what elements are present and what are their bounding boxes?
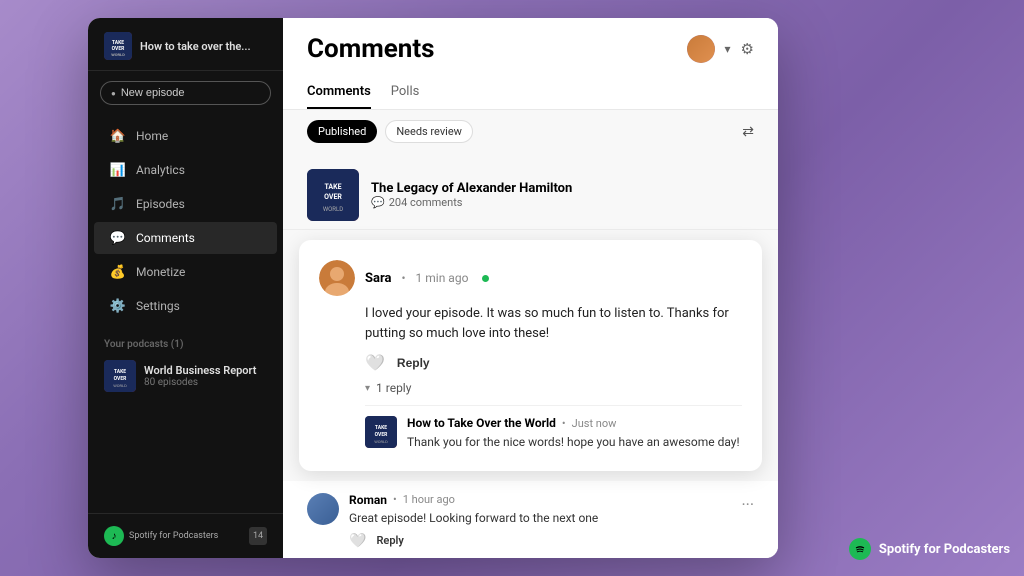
svg-text:WORLD: WORLD <box>323 206 343 213</box>
sara-like-button[interactable]: 🤍 <box>365 353 385 373</box>
your-podcasts-label: Your podcasts (1) <box>88 327 283 354</box>
header-right: ▾ ⚙ <box>687 35 754 63</box>
content-scroll: TAKE OVER WORLD The Legacy of Alexander … <box>283 153 778 558</box>
episodes-icon: 🎵 <box>110 196 126 212</box>
gear-icon[interactable]: ⚙ <box>741 40 754 58</box>
spotify-circle-icon: ♪ <box>104 526 124 546</box>
svg-text:WORLD: WORLD <box>111 52 125 57</box>
sidebar-badge: 14 <box>249 527 267 545</box>
user-avatar[interactable] <box>687 35 715 63</box>
tab-polls[interactable]: Polls <box>391 76 420 109</box>
sara-name: Sara <box>365 271 391 286</box>
svg-text:WORLD: WORLD <box>374 439 388 444</box>
svg-text:TAKE: TAKE <box>114 369 126 375</box>
roman-reply-button[interactable]: Reply <box>376 534 403 547</box>
tab-comments[interactable]: Comments <box>307 76 371 109</box>
main-content: Comments ▾ ⚙ Comments Polls Published Ne… <box>283 18 778 558</box>
roman-like-button[interactable]: 🤍 <box>349 533 366 549</box>
sara-comment-actions: 🤍 Reply <box>365 353 742 373</box>
reply-text: Thank you for the nice words! hope you h… <box>407 434 742 451</box>
roman-actions: 🤍 Reply <box>349 533 731 549</box>
sidebar-item-episodes[interactable]: 🎵 Episodes <box>94 188 277 220</box>
reply-author: How to Take Over the World <box>407 416 556 430</box>
reply-section: TAKE OVER WORLD How to Take Over the Wor… <box>365 405 742 451</box>
sara-time: • <box>401 271 405 285</box>
podcast-thumbnail: TAKE OVER WORLD <box>104 360 136 392</box>
page-title: Comments <box>307 34 435 64</box>
svg-text:OVER: OVER <box>375 432 388 438</box>
spotify-logo: ♪ Spotify for Podcasters <box>104 526 218 546</box>
monetize-icon: 💰 <box>110 264 126 280</box>
sidebar-nav: 🏠 Home 📊 Analytics 🎵 Episodes 💬 Comments… <box>88 115 283 327</box>
filter-icon: ⇄ <box>742 123 754 139</box>
analytics-icon: 📊 <box>110 162 126 178</box>
comment-bubble-icon: 💬 <box>371 196 385 209</box>
reply-time: Just now <box>572 417 617 430</box>
replies-arrow-icon: ▾ <box>365 383 370 394</box>
roman-text: Great episode! Looking forward to the ne… <box>349 510 731 527</box>
filter-published[interactable]: Published <box>307 120 377 143</box>
sidebar-item-home[interactable]: 🏠 Home <box>94 120 277 152</box>
spotify-wm-icon <box>849 538 871 560</box>
sara-comment-text: I loved your episode. It was so much fun… <box>365 304 742 343</box>
roman-avatar <box>307 493 339 525</box>
sidebar: TAKE OVER WORLD How to take over the... … <box>88 18 283 558</box>
roman-time: 1 hour ago <box>403 493 455 506</box>
svg-text:OVER: OVER <box>114 376 127 382</box>
settings-icon: ⚙️ <box>110 298 126 314</box>
new-episode-button[interactable]: New episode <box>100 81 271 105</box>
sidebar-header: TAKE OVER WORLD How to take over the... <box>88 18 283 71</box>
filter-options-button[interactable]: ⇄ <box>742 123 754 141</box>
reply-item: TAKE OVER WORLD How to Take Over the Wor… <box>365 416 742 451</box>
sidebar-podcast-title: How to take over the... <box>140 40 251 53</box>
sidebar-podcast-art: TAKE OVER WORLD <box>104 32 132 60</box>
sara-online-indicator <box>482 275 489 282</box>
svg-text:WORLD: WORLD <box>113 383 127 388</box>
avatar-image <box>687 35 715 63</box>
home-icon: 🏠 <box>110 128 126 144</box>
expanded-comment-card: Sara • 1 min ago I loved your episode. I… <box>299 240 762 471</box>
sidebar-item-monetize[interactable]: 💰 Monetize <box>94 256 277 288</box>
roman-header: Roman • 1 hour ago <box>349 493 731 507</box>
sara-timestamp: 1 min ago <box>416 271 469 285</box>
tabs: Comments Polls <box>307 76 754 109</box>
sidebar-podcast-item[interactable]: TAKE OVER WORLD World Business Report 80… <box>88 354 283 398</box>
roman-name: Roman <box>349 493 387 507</box>
reply-podcast-thumb: TAKE OVER WORLD <box>365 416 397 448</box>
spotify-watermark: Spotify for Podcasters <box>849 538 1010 560</box>
comment-user-row: Sara • 1 min ago <box>319 260 742 296</box>
sidebar-item-analytics[interactable]: 📊 Analytics <box>94 154 277 186</box>
podcast-info: World Business Report 80 episodes <box>144 364 267 388</box>
sidebar-bottom: ♪ Spotify for Podcasters 14 <box>88 513 283 558</box>
chevron-down-icon[interactable]: ▾ <box>725 42 731 56</box>
sara-avatar <box>319 260 355 296</box>
podcast-section-1-comments: 💬 204 comments <box>371 196 572 209</box>
replies-toggle[interactable]: ▾ 1 reply <box>365 381 742 395</box>
reply-content: How to Take Over the World • Just now Th… <box>407 416 742 451</box>
podcast-art-1: TAKE OVER WORLD <box>307 169 359 221</box>
roman-more-options[interactable]: ··· <box>741 495 754 514</box>
sidebar-item-comments[interactable]: 💬 Comments <box>94 222 277 254</box>
filter-needs-review[interactable]: Needs review <box>385 120 473 143</box>
filter-bar: Published Needs review ⇄ <box>283 110 778 153</box>
podcast-section-1-title: The Legacy of Alexander Hamilton <box>371 181 572 196</box>
svg-text:OVER: OVER <box>324 193 342 201</box>
svg-text:TAKE: TAKE <box>375 425 387 431</box>
svg-text:TAKE: TAKE <box>324 183 341 191</box>
sara-reply-button[interactable]: Reply <box>397 356 430 370</box>
roman-comment-row: Roman • 1 hour ago Great episode! Lookin… <box>283 481 778 558</box>
header-top: Comments ▾ ⚙ <box>307 34 754 64</box>
roman-body: Roman • 1 hour ago Great episode! Lookin… <box>349 493 731 549</box>
sidebar-item-settings[interactable]: ⚙️ Settings <box>94 290 277 322</box>
podcast-section-1-info: The Legacy of Alexander Hamilton 💬 204 c… <box>371 181 572 209</box>
comments-icon: 💬 <box>110 230 126 246</box>
podcast-section-1: TAKE OVER WORLD The Legacy of Alexander … <box>283 153 778 230</box>
main-header: Comments ▾ ⚙ Comments Polls <box>283 18 778 110</box>
